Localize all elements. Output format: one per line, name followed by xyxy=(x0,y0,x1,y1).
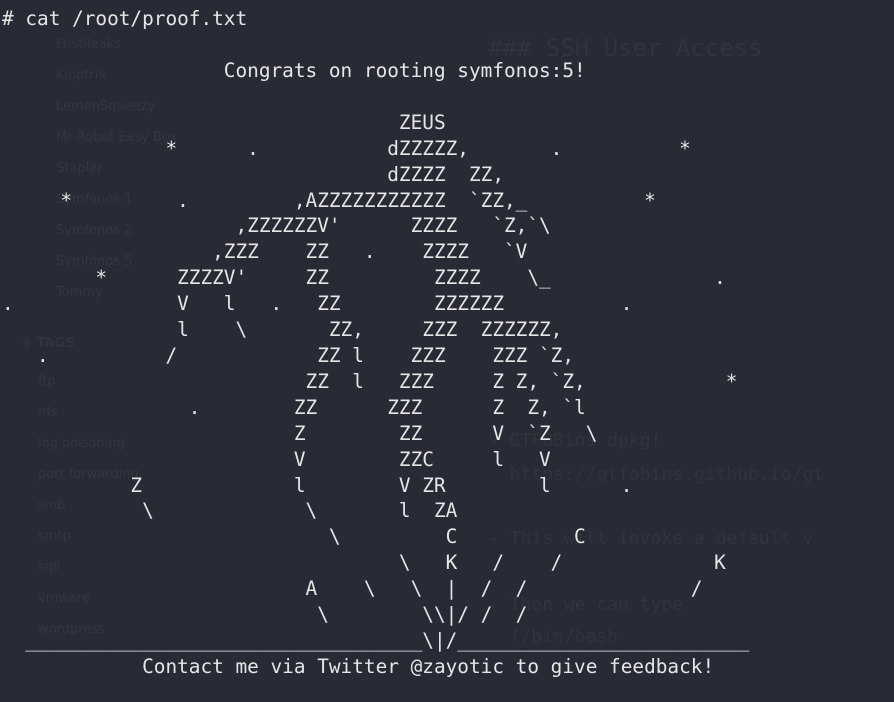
proof-output: Congrats on rooting symfonos:5! ZEUS * .… xyxy=(2,58,749,680)
proof-line: * ZZZZV' ZZ ZZZZ \_ . xyxy=(2,266,726,290)
proof-line: . V l . ZZ ZZZZZZ . xyxy=(2,292,633,316)
proof-line: \ K / / K xyxy=(2,551,726,575)
proof-line: dZZZZ ZZ, xyxy=(2,162,504,186)
proof-line: ,ZZZZZZV' ZZZZ `Z,`\ xyxy=(2,214,551,238)
proof-line: ZZ l ZZZ Z Z, `Z, * xyxy=(2,369,738,393)
proof-line: \ C C xyxy=(2,525,586,549)
proof-line: * . dZZZZZ, . * xyxy=(2,136,691,160)
proof-line: \ \ l ZA xyxy=(2,499,458,523)
command-line: # cat /root/proof.txt xyxy=(2,7,248,30)
proof-line: A \ \ | / / / xyxy=(2,577,703,601)
proof-line: __________________________________\|/___… xyxy=(2,628,750,652)
proof-line: Congrats on rooting symfonos:5! xyxy=(2,59,586,82)
proof-line: ,ZZZ ZZ . ZZZZ `V xyxy=(2,240,528,264)
proof-line: V ZZC l V xyxy=(2,447,551,471)
terminal-window[interactable]: ### SSH User Access Fristileaks Kioptrix… xyxy=(0,0,894,702)
proof-line: l \ ZZ, ZZZ ZZZZZZ, xyxy=(2,318,563,342)
background-sidebar-item: Fristileaks xyxy=(56,37,121,52)
proof-line: . ZZ ZZZ Z Z, `l xyxy=(2,395,586,419)
proof-line: ZEUS xyxy=(2,110,446,134)
proof-line: Z ZZ V `Z \ xyxy=(2,421,598,445)
proof-line: \ \\|/ / / xyxy=(2,603,528,627)
proof-line: Contact me via Twitter @zayotic to give … xyxy=(2,654,715,678)
proof-line: Z l V ZR l . xyxy=(2,473,633,497)
proof-line: * . ,AZZZZZZZZZZZ `ZZ,_ * xyxy=(2,188,656,212)
proof-line: . / ZZ l ZZZ ZZZ `Z, xyxy=(2,343,575,367)
